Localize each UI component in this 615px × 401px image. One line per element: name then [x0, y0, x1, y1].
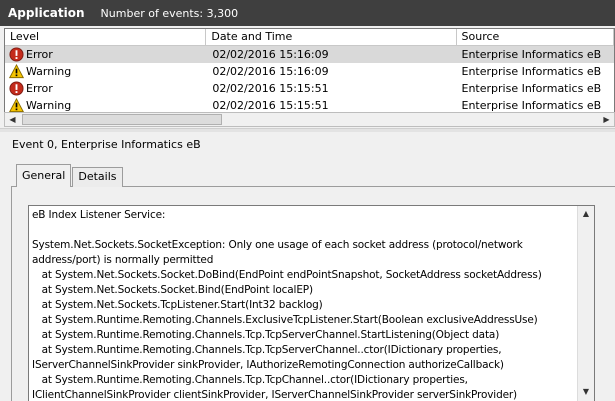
column-header-date-time[interactable]: Date and Time — [206, 29, 457, 46]
table-row[interactable]: Warning 02/02/2016 15:16:09 Enterprise I… — [5, 63, 614, 80]
table-row[interactable]: Error 02/02/2016 15:16:09 Enterprise Inf… — [5, 46, 614, 63]
row-level: Error — [26, 48, 53, 61]
row-level: Error — [26, 82, 53, 95]
event-count: Number of events: 3,300 — [100, 6, 239, 20]
column-header-level[interactable]: Level — [5, 29, 207, 46]
scroll-up-icon[interactable]: ▲ — [578, 206, 594, 222]
scroll-right-icon[interactable]: ▶ — [599, 113, 614, 126]
warning-icon — [9, 64, 24, 79]
table-row[interactable]: Error 02/02/2016 15:15:51 Enterprise Inf… — [5, 80, 614, 97]
row-datetime: 02/02/2016 15:15:51 — [212, 82, 329, 95]
error-icon — [9, 47, 24, 62]
scroll-thumb[interactable] — [22, 114, 222, 125]
event-rows: Error 02/02/2016 15:16:09 Enterprise Inf… — [5, 46, 614, 114]
event-message-box[interactable]: eB Index Listener Service: System.Net.So… — [28, 205, 595, 401]
vertical-scrollbar[interactable]: ▲ ▼ — [577, 206, 594, 401]
tab-details[interactable]: Details — [72, 167, 123, 187]
error-icon — [9, 81, 24, 96]
warning-icon — [9, 98, 24, 113]
event-message-text: eB Index Listener Service: System.Net.So… — [32, 209, 542, 401]
tab-general[interactable]: General — [16, 164, 72, 187]
row-datetime: 02/02/2016 15:16:09 — [212, 65, 329, 78]
row-source: Enterprise Informatics eB — [461, 82, 602, 95]
horizontal-scrollbar[interactable]: ◀ ▶ — [4, 112, 615, 127]
log-name: Application — [8, 6, 85, 20]
row-datetime: 02/02/2016 15:16:09 — [212, 48, 329, 61]
scroll-down-icon[interactable]: ▼ — [578, 384, 594, 400]
pane-splitter[interactable] — [0, 128, 615, 132]
detail-tabs: General Details — [16, 164, 124, 187]
grid-header: Level Date and Time Source — [5, 29, 614, 46]
row-source: Enterprise Informatics eB — [461, 48, 602, 61]
row-level: Warning — [26, 65, 72, 78]
title-bar: Application Number of events: 3,300 — [0, 0, 615, 26]
event-detail-title: Event 0, Enterprise Informatics eB — [12, 138, 201, 151]
row-source: Enterprise Informatics eB — [461, 65, 602, 78]
scroll-left-icon[interactable]: ◀ — [5, 113, 20, 126]
column-header-source[interactable]: Source — [457, 29, 614, 46]
events-grid[interactable]: Level Date and Time Source Error 02/02/2… — [4, 28, 615, 124]
